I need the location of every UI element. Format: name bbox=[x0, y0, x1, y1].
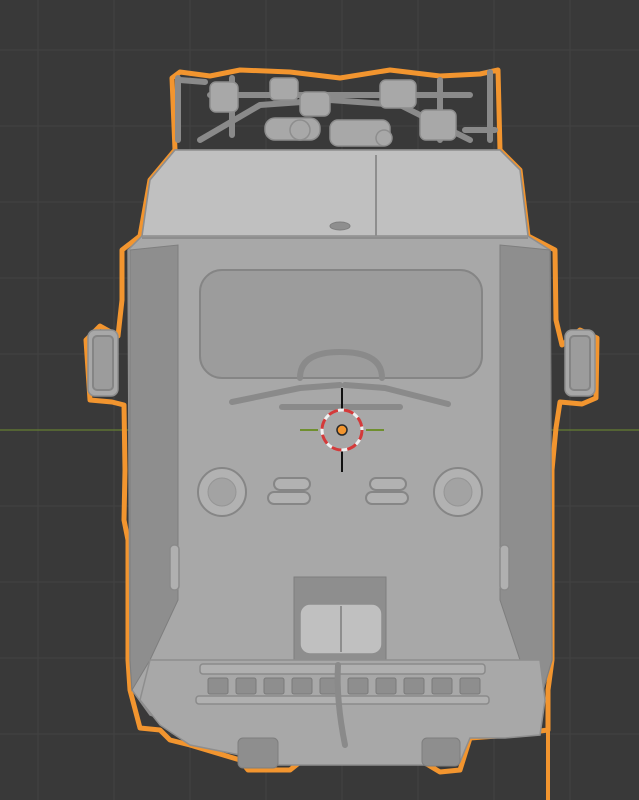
step-bar-top bbox=[199, 663, 486, 675]
3d-viewport[interactable] bbox=[0, 0, 639, 800]
windshield bbox=[199, 269, 483, 379]
step-slot bbox=[291, 677, 313, 695]
step-slot bbox=[263, 677, 285, 695]
mirror-right-glass bbox=[569, 335, 591, 391]
object-origin[interactable] bbox=[336, 424, 348, 436]
mirror-left-glass bbox=[92, 335, 114, 391]
step-slot bbox=[403, 677, 425, 695]
roof-vent bbox=[329, 221, 351, 231]
step-slot bbox=[431, 677, 453, 695]
marker-light-right-top bbox=[369, 477, 407, 491]
marker-light-right-bottom bbox=[365, 491, 409, 505]
grab-rail-right bbox=[499, 544, 510, 591]
headlight-right-inner bbox=[443, 477, 473, 507]
viewport-canvas[interactable] bbox=[0, 0, 639, 800]
step-slot bbox=[375, 677, 397, 695]
headlight-left-inner bbox=[207, 477, 237, 507]
grab-rail-left bbox=[169, 544, 180, 591]
pantograph-assembly bbox=[175, 69, 498, 147]
step-slot bbox=[347, 677, 369, 695]
marker-light-left-bottom bbox=[267, 491, 311, 505]
step-slot bbox=[207, 677, 229, 695]
marker-light-left-top bbox=[273, 477, 311, 491]
step-slot bbox=[235, 677, 257, 695]
step-slot bbox=[459, 677, 481, 695]
wheel-right bbox=[421, 737, 461, 767]
step-bar-bottom bbox=[195, 695, 490, 705]
wheel-left bbox=[237, 737, 279, 769]
